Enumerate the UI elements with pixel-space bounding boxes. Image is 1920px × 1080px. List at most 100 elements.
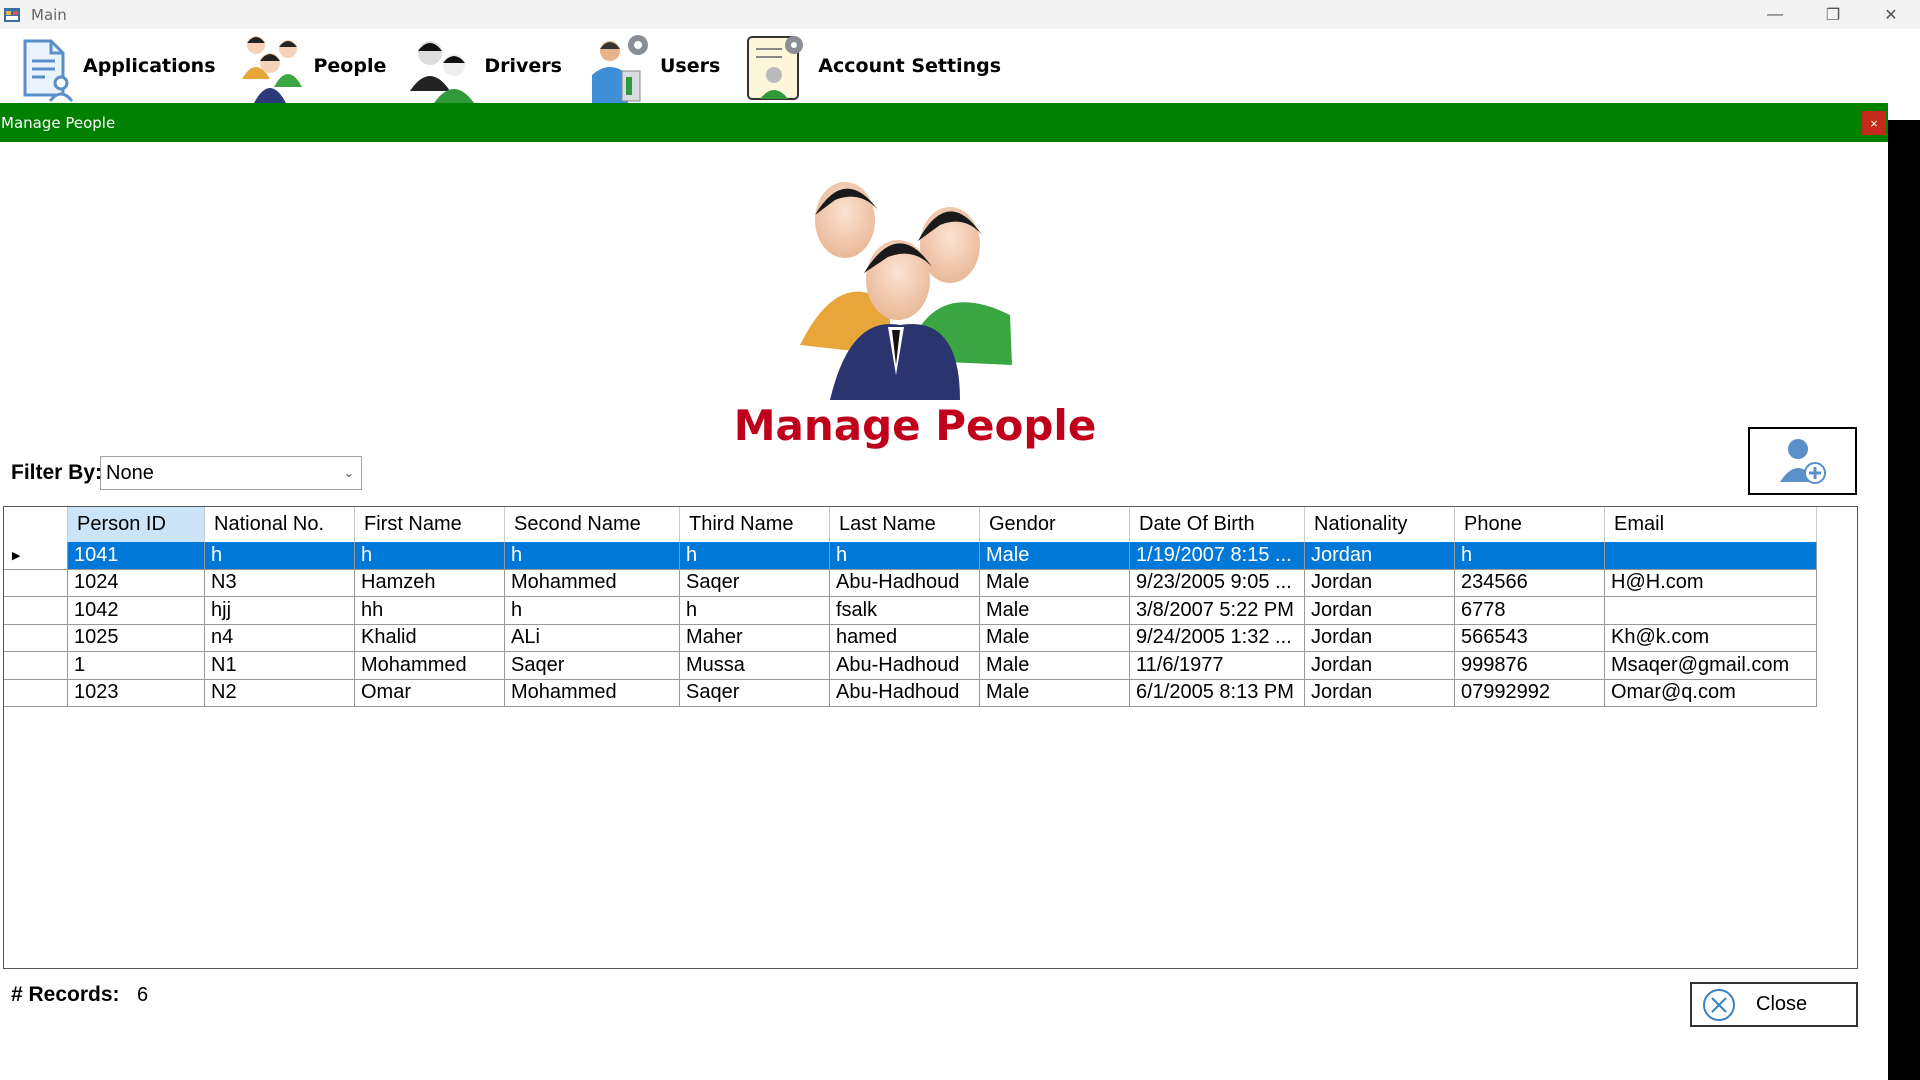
table-cell[interactable]: Saqer <box>680 569 830 597</box>
table-cell[interactable]: 07992992 <box>1455 679 1605 707</box>
table-cell[interactable]: Omar@q.com <box>1605 679 1817 707</box>
column-header[interactable]: Last Name <box>830 507 980 542</box>
table-cell[interactable]: Msaqer@gmail.com <box>1605 652 1817 680</box>
table-cell[interactable]: Maher <box>680 624 830 652</box>
window-titlebar[interactable]: Main — ❐ ✕ <box>0 0 1920 29</box>
column-header[interactable]: Third Name <box>680 507 830 542</box>
window-close-button[interactable]: ✕ <box>1862 0 1920 29</box>
table-cell[interactable] <box>1605 542 1817 570</box>
table-row[interactable]: 1023 N2 Omar Mohammed Saqer Abu-Hadhoud Male 6/… <box>4 679 1817 707</box>
table-cell[interactable]: Mohammed <box>505 679 680 707</box>
column-header[interactable]: Email <box>1605 507 1817 542</box>
table-cell[interactable]: Omar <box>355 679 505 707</box>
row-header[interactable] <box>4 624 68 652</box>
table-cell[interactable]: h <box>1455 542 1605 570</box>
column-header[interactable]: First Name <box>355 507 505 542</box>
table-cell[interactable]: Jordan <box>1305 652 1455 680</box>
table-cell[interactable]: Jordan <box>1305 542 1455 570</box>
table-cell[interactable]: 1/19/2007 8:15 ... <box>1130 542 1305 570</box>
table-cell[interactable] <box>1605 597 1817 625</box>
filter-by-select[interactable]: None ⌄ <box>100 456 362 490</box>
table-cell[interactable]: 1024 <box>68 569 205 597</box>
table-cell[interactable]: Jordan <box>1305 597 1455 625</box>
table-cell[interactable]: h <box>355 542 505 570</box>
table-cell[interactable]: ALi <box>505 624 680 652</box>
column-header[interactable]: Date Of Birth <box>1130 507 1305 542</box>
table-cell[interactable]: 1 <box>68 652 205 680</box>
table-cell[interactable]: 1023 <box>68 679 205 707</box>
table-cell[interactable]: Male <box>980 597 1130 625</box>
row-header[interactable] <box>4 652 68 680</box>
table-cell[interactable]: Male <box>980 624 1130 652</box>
table-cell[interactable]: n4 <box>205 624 355 652</box>
table-cell[interactable]: Abu-Hadhoud <box>830 679 980 707</box>
table-cell[interactable]: h <box>505 597 680 625</box>
column-header[interactable]: Nationality <box>1305 507 1455 542</box>
table-cell[interactable]: N2 <box>205 679 355 707</box>
table-cell[interactable]: 3/8/2007 5:22 PM <box>1130 597 1305 625</box>
table-cell[interactable]: hh <box>355 597 505 625</box>
table-row[interactable]: ▶ 1041 h h h h h Male 1/19/2007 8:15 ... Jordan h <box>4 542 1817 570</box>
table-row[interactable]: 1 N1 Mohammed Saqer Mussa Abu-Hadhoud Male 11/6… <box>4 652 1817 680</box>
table-cell[interactable]: h <box>205 542 355 570</box>
table-cell[interactable]: h <box>505 542 680 570</box>
restore-button[interactable]: ❐ <box>1804 0 1862 29</box>
table-cell[interactable]: Saqer <box>680 679 830 707</box>
table-cell[interactable]: h <box>680 597 830 625</box>
table-cell[interactable]: H@H.com <box>1605 569 1817 597</box>
table-cell[interactable]: Male <box>980 569 1130 597</box>
people-grid[interactable]: Person ID National No. First Name Second Na… <box>3 506 1858 969</box>
table-cell[interactable]: 999876 <box>1455 652 1605 680</box>
table-cell[interactable]: h <box>830 542 980 570</box>
table-cell[interactable]: Jordan <box>1305 624 1455 652</box>
menu-item-drivers[interactable]: Drivers <box>404 29 580 103</box>
table-cell[interactable]: 9/24/2005 1:32 ... <box>1130 624 1305 652</box>
close-button[interactable]: Close <box>1690 982 1858 1027</box>
table-cell[interactable]: Abu-Hadhoud <box>830 569 980 597</box>
table-cell[interactable]: N3 <box>205 569 355 597</box>
table-cell[interactable]: Saqer <box>505 652 680 680</box>
menu-item-people[interactable]: People <box>234 29 405 103</box>
table-cell[interactable]: Male <box>980 652 1130 680</box>
table-cell[interactable]: hjj <box>205 597 355 625</box>
table-cell[interactable]: 9/23/2005 9:05 ... <box>1130 569 1305 597</box>
table-cell[interactable]: 1025 <box>68 624 205 652</box>
table-cell[interactable]: 566543 <box>1455 624 1605 652</box>
menu-item-users[interactable]: Users <box>580 29 738 103</box>
column-header[interactable]: Gendor <box>980 507 1130 542</box>
menu-item-applications[interactable]: Applications <box>17 29 234 103</box>
table-cell[interactable]: Hamzeh <box>355 569 505 597</box>
add-person-button[interactable] <box>1748 427 1857 495</box>
table-cell[interactable]: Mussa <box>680 652 830 680</box>
table-cell[interactable]: 6/1/2005 8:13 PM <box>1130 679 1305 707</box>
table-cell[interactable]: 1042 <box>68 597 205 625</box>
table-cell[interactable]: Male <box>980 679 1130 707</box>
table-cell[interactable]: 234566 <box>1455 569 1605 597</box>
column-header[interactable]: National No. <box>205 507 355 542</box>
table-cell[interactable]: N1 <box>205 652 355 680</box>
row-header[interactable] <box>4 569 68 597</box>
table-cell[interactable]: Kh@k.com <box>1605 624 1817 652</box>
row-header[interactable] <box>4 597 68 625</box>
table-row[interactable]: 1024 N3 Hamzeh Mohammed Saqer Abu-Hadhoud Male… <box>4 569 1817 597</box>
table-row[interactable]: 1025 n4 Khalid ALi Maher hamed Male 9/24/2005 1… <box>4 624 1817 652</box>
menu-item-account-settings[interactable]: Account Settings <box>738 29 1019 103</box>
table-cell[interactable]: hamed <box>830 624 980 652</box>
row-header[interactable]: ▶ <box>4 542 68 570</box>
table-cell[interactable]: Jordan <box>1305 569 1455 597</box>
child-titlebar[interactable]: Manage People × <box>0 103 1888 142</box>
child-close-button[interactable]: × <box>1862 111 1886 135</box>
column-header[interactable]: Phone <box>1455 507 1605 542</box>
column-header[interactable]: Second Name <box>505 507 680 542</box>
table-cell[interactable]: h <box>680 542 830 570</box>
table-cell[interactable]: 6778 <box>1455 597 1605 625</box>
table-cell[interactable]: 1041 <box>68 542 205 570</box>
table-cell[interactable]: Jordan <box>1305 679 1455 707</box>
table-cell[interactable]: Mohammed <box>505 569 680 597</box>
table-cell[interactable]: Abu-Hadhoud <box>830 652 980 680</box>
table-cell[interactable]: Male <box>980 542 1130 570</box>
table-cell[interactable]: fsalk <box>830 597 980 625</box>
column-header[interactable]: Person ID <box>68 507 205 542</box>
table-cell[interactable]: 11/6/1977 <box>1130 652 1305 680</box>
row-header[interactable] <box>4 679 68 707</box>
